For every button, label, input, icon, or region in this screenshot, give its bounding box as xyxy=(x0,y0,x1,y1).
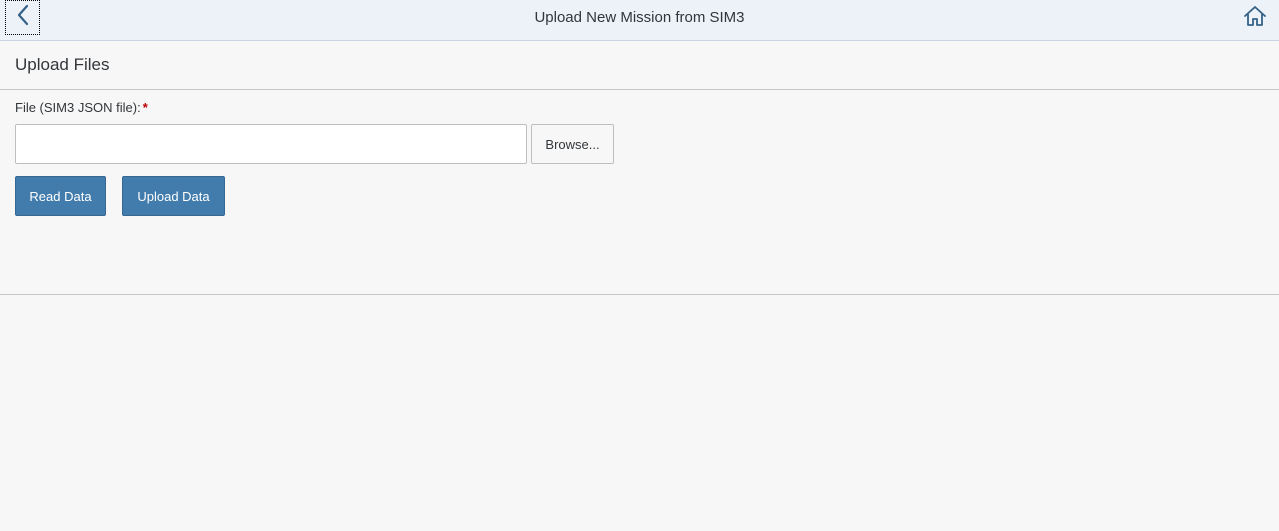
home-button[interactable] xyxy=(1243,5,1267,32)
required-marker: * xyxy=(142,100,148,115)
page-title: Upload New Mission from SIM3 xyxy=(534,9,745,26)
upload-data-button[interactable]: Upload Data xyxy=(122,176,225,216)
section-divider xyxy=(0,89,1279,90)
section-title: Upload Files xyxy=(15,55,110,74)
home-icon xyxy=(1243,5,1267,32)
chevron-left-icon xyxy=(16,4,30,31)
shell-header: Upload New Mission from SIM3 xyxy=(0,0,1279,41)
read-data-button[interactable]: Read Data xyxy=(15,176,106,216)
form-bottom-divider xyxy=(0,294,1279,295)
back-button[interactable] xyxy=(5,0,40,35)
file-path-input[interactable] xyxy=(15,124,527,164)
file-field-label: File (SIM3 JSON file): * xyxy=(15,100,148,115)
file-field-label-text: File (SIM3 JSON file): xyxy=(15,100,141,115)
browse-button[interactable]: Browse... xyxy=(531,124,614,164)
